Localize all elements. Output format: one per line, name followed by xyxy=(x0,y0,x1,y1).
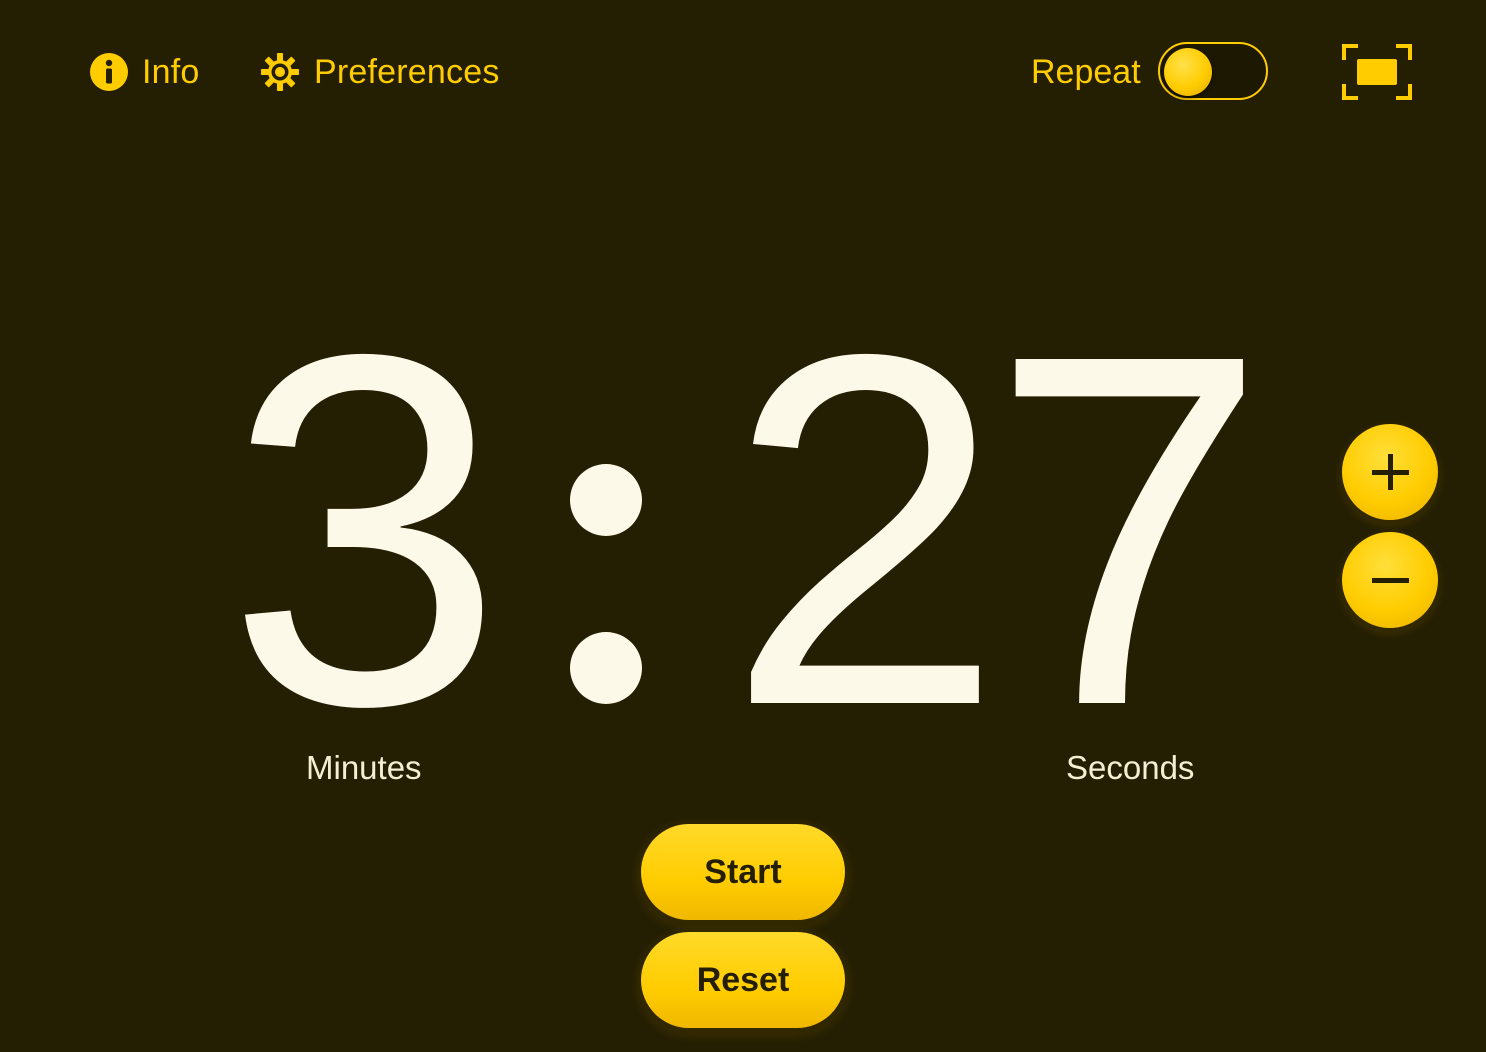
colon-separator-bottom xyxy=(570,632,642,704)
toggle-knob xyxy=(1164,48,1212,96)
fullscreen-icon xyxy=(1342,44,1412,104)
info-link[interactable]: Info xyxy=(90,48,200,96)
start-button[interactable]: Start xyxy=(641,824,845,920)
info-circle-icon xyxy=(90,53,128,91)
decrease-button[interactable] xyxy=(1342,532,1438,628)
minutes-label: Minutes xyxy=(306,749,422,786)
repeat-toggle[interactable] xyxy=(1158,42,1268,100)
repeat-label: Repeat xyxy=(1031,53,1141,91)
reset-button[interactable]: Reset xyxy=(641,932,845,1028)
fullscreen-button[interactable] xyxy=(1342,44,1412,100)
increase-button[interactable] xyxy=(1342,424,1438,520)
seconds-value[interactable]: 27 xyxy=(710,280,1270,780)
colon-separator-top xyxy=(570,464,642,536)
timer-app: Info Preferences Repeat 3 27 Minutes Sec… xyxy=(0,0,1486,1052)
seconds-label: Seconds xyxy=(1066,749,1195,786)
gear-icon xyxy=(260,52,300,92)
preferences-link[interactable]: Preferences xyxy=(260,48,500,96)
info-label: Info xyxy=(142,52,200,91)
minutes-value[interactable]: 3 xyxy=(226,280,504,780)
preferences-label: Preferences xyxy=(314,52,500,91)
